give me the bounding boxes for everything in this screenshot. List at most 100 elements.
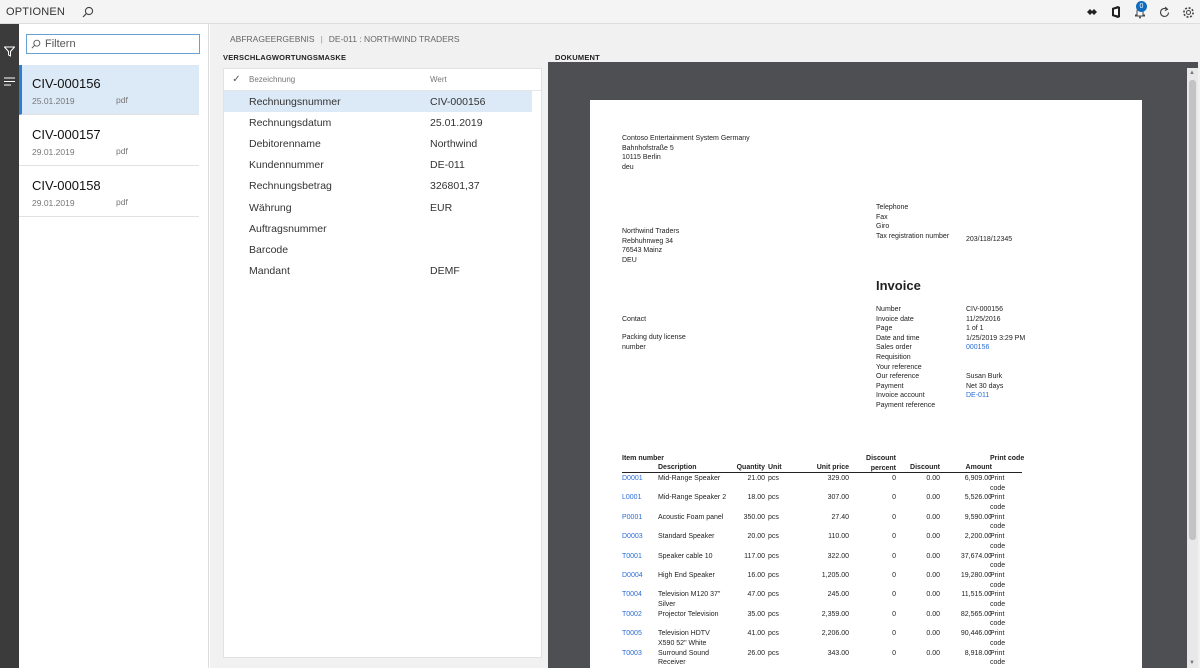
table-row[interactable]: Auftragsnummer (224, 218, 541, 239)
table-row[interactable]: Kundennummer DE-011 (224, 155, 541, 176)
item-description: Television HDTV X590 52" White (658, 630, 710, 647)
item-link[interactable]: P0001 (622, 513, 642, 523)
item-unit-price: 322.00 (827, 552, 849, 560)
meta-value: 1/25/2019 3:29 PM (966, 334, 1026, 342)
contact-label: Contact (622, 316, 647, 323)
meta-link[interactable]: 000156 (966, 343, 989, 353)
item-link[interactable]: D0004 (622, 571, 643, 581)
index-mask-form: ✓ Bezeichnung Wert Rechnungsnummer CIV-00… (223, 68, 542, 658)
list-item[interactable]: CIV-000158 29.01.2019 pdf (19, 167, 199, 217)
item-unit-price: 307.00 (827, 494, 849, 502)
meta-key: Page (876, 325, 893, 333)
item-unit-price: 2,359.00 (821, 610, 849, 618)
table-row[interactable]: Rechnungsnummer CIV-000156 (224, 91, 532, 113)
item-quantity: 35.00 (747, 610, 765, 618)
breadcrumb: ABFRAGEERGEBNIS | DE-011 : NORTHWIND TRADE… (230, 34, 460, 44)
item-link[interactable]: T0003 (622, 649, 642, 659)
form-rows: Rechnungsnummer CIV-000156 Rechnungsdatum 2… (224, 91, 541, 282)
table-row[interactable]: Barcode (224, 239, 541, 260)
header-print-code: Print code (990, 455, 1025, 462)
document-viewer[interactable]: Contoso Entertainment System Germany Bahn… (548, 62, 1198, 668)
field-value[interactable]: 25.01.2019 (430, 117, 483, 129)
scroll-down-icon[interactable]: ▼ (1189, 660, 1195, 666)
item-unit-price: 343.00 (827, 649, 849, 657)
table-row[interactable]: Rechnungsdatum 25.01.2019 (224, 112, 541, 133)
table-row: T0002 Projector Television 35.00 pcs 2,359.0… (622, 609, 1022, 628)
field-value[interactable]: DE-011 (430, 159, 465, 171)
notifications-icon[interactable]: 0 (1128, 0, 1152, 24)
column-header-value: Wert (430, 75, 447, 84)
search-icon[interactable] (81, 5, 95, 19)
meta-value: Susan Burk (966, 373, 1003, 381)
filter-icon[interactable] (0, 36, 19, 66)
app-root: OPTIONEN 0 CIV-000156 25.01.2019 pdf CIV… (0, 0, 1200, 668)
meta-row: Invoice date 11/25/2016 (876, 315, 1025, 325)
field-value[interactable]: CIV-000156 (430, 96, 485, 108)
meta-key: Requisition (876, 353, 911, 361)
field-value[interactable]: 326801,37 (430, 180, 480, 192)
meta-row: Payment Net 30 days (876, 382, 1025, 392)
document-scrollbar[interactable]: ▲ ▼ (1187, 68, 1198, 668)
item-discount: 0.00 (926, 533, 940, 541)
breadcrumb-query-result[interactable]: ABFRAGEERGEBNIS (230, 34, 315, 44)
item-unit: pcs (768, 533, 779, 541)
item-link[interactable]: D0003 (622, 532, 643, 542)
meta-key: Our reference (876, 373, 920, 381)
meta-row: Your reference (876, 363, 1025, 373)
item-unit-price: 1,205.00 (821, 571, 849, 579)
options-menu[interactable]: OPTIONEN (6, 6, 65, 18)
document-date: 29.01.2019 (32, 147, 75, 157)
field-label: Debitorenname (249, 137, 321, 150)
item-unit: pcs (768, 552, 779, 560)
table-row[interactable]: Debitorenname Northwind (224, 133, 541, 154)
list-icon[interactable] (0, 66, 19, 96)
item-discount-percent: 0 (892, 494, 896, 502)
item-print-code: Print code (990, 552, 1006, 570)
header-discount-percent: Discount percent (866, 455, 896, 472)
table-row: T0001 Speaker cable 10 117.00 pcs 322.00 0 0.0… (622, 551, 1022, 570)
filter-box (26, 34, 200, 54)
meta-key: Date and time (876, 334, 920, 342)
item-quantity: 117.00 (744, 552, 765, 560)
field-value[interactable]: DEMF (430, 265, 460, 277)
field-value[interactable]: EUR (430, 202, 452, 214)
item-print-code: Print code (990, 533, 1006, 550)
meta-link[interactable]: DE-011 (966, 391, 989, 401)
refresh-icon[interactable] (1152, 0, 1176, 24)
item-amount: 82,565.00 (960, 610, 992, 618)
item-link[interactable]: T0005 (622, 629, 642, 639)
item-unit-price: 110.00 (828, 533, 849, 541)
field-value[interactable]: Northwind (430, 138, 477, 150)
address-line: Giro (876, 223, 890, 231)
settings-icon[interactable] (1176, 0, 1200, 24)
item-discount-percent: 0 (892, 649, 896, 657)
item-print-code: Print code (990, 513, 1006, 531)
table-row: T0003 Surround Sound Receiver 26.00 pcs 343.… (622, 648, 1022, 667)
item-amount: 90,446.00 (960, 630, 992, 638)
filter-input[interactable] (45, 38, 190, 50)
field-label: Kundennummer (249, 159, 324, 172)
mask-section-title: VERSCHLAGWORTUNGSMASKE (223, 53, 347, 62)
address-line: Rebhuhnweg 34 (622, 237, 673, 245)
item-link[interactable]: D0001 (622, 474, 643, 484)
checkmark-icon[interactable]: ✓ (224, 74, 249, 85)
item-link[interactable]: T0002 (622, 610, 642, 620)
table-row[interactable]: Mandant DEMF (224, 261, 541, 282)
item-link[interactable]: L0001 (622, 493, 641, 503)
table-row: P0001 Acoustic Foam panel 350.00 pcs 27.40 0 0… (622, 512, 1022, 531)
scroll-thumb[interactable] (1189, 80, 1196, 540)
table-row[interactable]: Währung EUR (224, 197, 541, 218)
field-label: Mandant (249, 265, 290, 278)
item-link[interactable]: T0004 (622, 590, 642, 600)
item-unit-price: 27.40 (831, 513, 849, 521)
item-amount: 5,526.00 (964, 494, 992, 502)
list-item[interactable]: CIV-000157 29.01.2019 pdf (19, 116, 199, 166)
table-row[interactable]: Rechnungsbetrag 326801,37 (224, 176, 541, 197)
item-description: Standard Speaker (658, 533, 715, 541)
office-icon[interactable] (1104, 0, 1128, 24)
header-description: Description (658, 464, 697, 471)
diamond-icon[interactable] (1080, 0, 1104, 24)
item-link[interactable]: T0001 (622, 552, 642, 562)
scroll-up-icon[interactable]: ▲ (1189, 70, 1195, 76)
list-item[interactable]: CIV-000156 25.01.2019 pdf (19, 65, 199, 115)
